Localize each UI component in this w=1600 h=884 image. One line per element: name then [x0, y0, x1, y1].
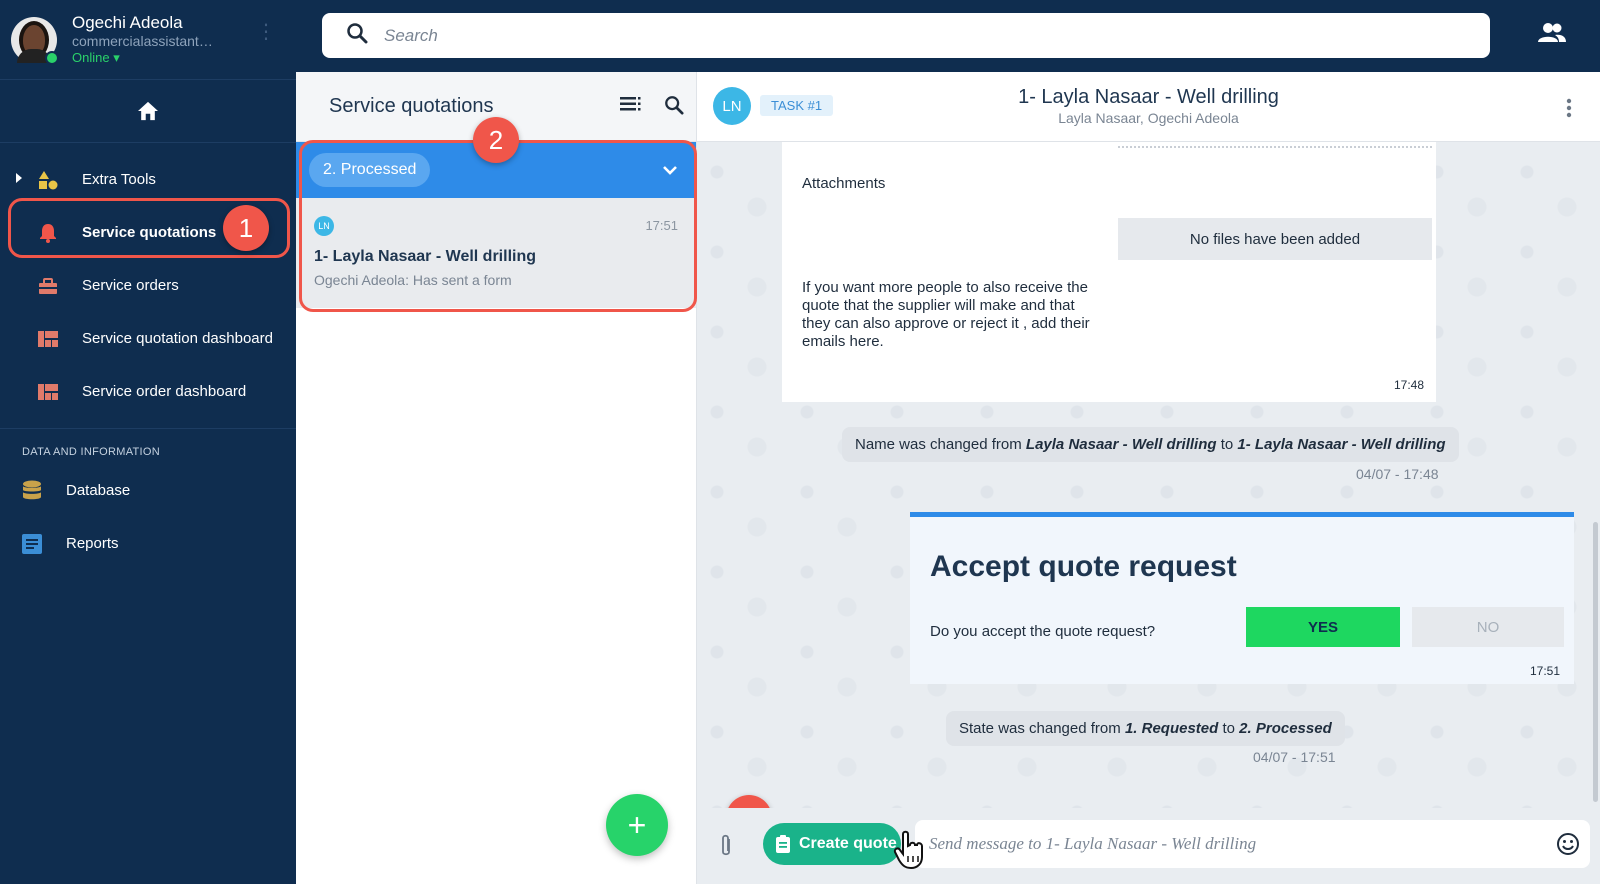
sidebar: Ogechi Adeola commercialassistant@l... O… [0, 0, 296, 884]
filter-list-icon[interactable] [620, 95, 642, 120]
more-people-text: If you want more people to also receive … [802, 279, 1090, 350]
sidebar-item-label: Extra Tools [82, 171, 156, 188]
accept-title: Accept quote request [930, 550, 1237, 583]
contacts-icon[interactable] [1538, 22, 1566, 49]
search-bar[interactable]: Search [322, 13, 1490, 58]
profile-name: Ogechi Adeola [72, 13, 183, 33]
message-time: 17:51 [1529, 664, 1560, 678]
toolbox-icon [38, 276, 58, 296]
sidebar-item-reports[interactable]: Reports [0, 517, 296, 570]
chat-header: LN TASK #1 1- Layla Nasaar - Well drilli… [697, 72, 1600, 142]
chevron-down-icon: ▾ [113, 49, 120, 65]
search-icon[interactable] [664, 95, 684, 120]
clipboard-icon [776, 835, 790, 853]
step-badge-2: 2 [473, 117, 519, 163]
yes-button[interactable]: YES [1246, 607, 1400, 647]
sidebar-item-label: Service orders [82, 277, 179, 294]
hand-cursor-icon [893, 830, 927, 875]
emoji-icon[interactable] [1556, 832, 1580, 861]
message-time: 04/07 - 17:48 [1356, 466, 1439, 482]
topbar: Search [296, 0, 1600, 72]
add-button[interactable]: + [606, 794, 668, 856]
report-icon [22, 533, 42, 554]
sidebar-item-label: Database [66, 482, 131, 499]
create-quote-button[interactable]: Create quote [763, 823, 901, 865]
avatar[interactable] [11, 16, 59, 65]
message-time: 04/07 - 17:51 [1253, 749, 1336, 765]
online-status-dot [45, 50, 59, 65]
list-title: Service quotations [329, 95, 494, 117]
search-input[interactable]: Search [384, 26, 438, 46]
dashboard-icon [38, 382, 58, 402]
sidebar-item-database[interactable]: Database [0, 464, 296, 517]
profile-menu-icon[interactable]: ⋮ [256, 22, 276, 42]
sidebar-item-service-quotation-dashboard[interactable]: Service quotation dashboard [0, 312, 296, 365]
home-button[interactable] [0, 80, 296, 143]
more-options-icon[interactable] [1566, 98, 1572, 123]
chat-participants: Layla Nasaar, Ogechi Adeola [1058, 110, 1239, 126]
chat-scrollbar[interactable] [1593, 522, 1598, 802]
name-change-message: Name was changed from Layla Nasaar - Wel… [842, 427, 1459, 462]
message-time: 17:48 [1393, 378, 1424, 392]
caret-right-icon [16, 173, 22, 183]
chat-title: 1- Layla Nasaar - Well drilling [1018, 86, 1279, 108]
dashboard-icon [38, 329, 58, 349]
sidebar-item-label: Reports [66, 535, 119, 552]
sidebar-nav-data: Database Reports [0, 464, 296, 570]
attachments-label: Attachments [802, 175, 886, 192]
no-files-box: No files have been added [1118, 218, 1432, 260]
highlight-conversation [299, 140, 697, 312]
create-quote-label: Create quote [799, 835, 897, 852]
section-label: DATA AND INFORMATION [0, 428, 296, 464]
status-label: Online [72, 49, 110, 65]
step-badge-1: 1 [223, 205, 269, 251]
sidebar-item-service-order-dashboard[interactable]: Service order dashboard [0, 365, 296, 418]
profile-email: commercialassistant@l... [72, 32, 222, 49]
accept-quote-card: Accept quote request Do you accept the q… [910, 512, 1574, 684]
sidebar-item-service-orders[interactable]: Service orders [0, 259, 296, 312]
sidebar-item-label: Service order dashboard [82, 383, 247, 400]
composer: Create quote Send message to 1- Layla Na… [697, 808, 1600, 884]
form-message-card: Attachments No files have been added If … [782, 142, 1436, 402]
paperclip-icon[interactable] [719, 833, 733, 864]
home-icon [138, 101, 158, 121]
database-icon [22, 480, 42, 501]
status-selector[interactable]: Online ▾ [72, 49, 222, 66]
shapes-icon [38, 170, 58, 190]
message-placeholder: Send message to 1- Layla Nasaar - Well d… [929, 834, 1257, 853]
state-change-message: State was changed from 1. Requested to 2… [946, 711, 1345, 746]
chat-panel: LN TASK #1 1- Layla Nasaar - Well drilli… [697, 72, 1600, 884]
sidebar-item-label: Service quotation dashboard [82, 330, 273, 347]
message-input[interactable]: Send message to 1- Layla Nasaar - Well d… [915, 820, 1590, 868]
sidebar-nav: Extra Tools Service quotations Service o… [0, 143, 296, 418]
no-button[interactable]: NO [1412, 607, 1564, 647]
profile-block[interactable]: Ogechi Adeola commercialassistant@l... O… [0, 0, 296, 80]
search-icon [346, 22, 368, 49]
accept-question: Do you accept the quote request? [930, 623, 1156, 640]
